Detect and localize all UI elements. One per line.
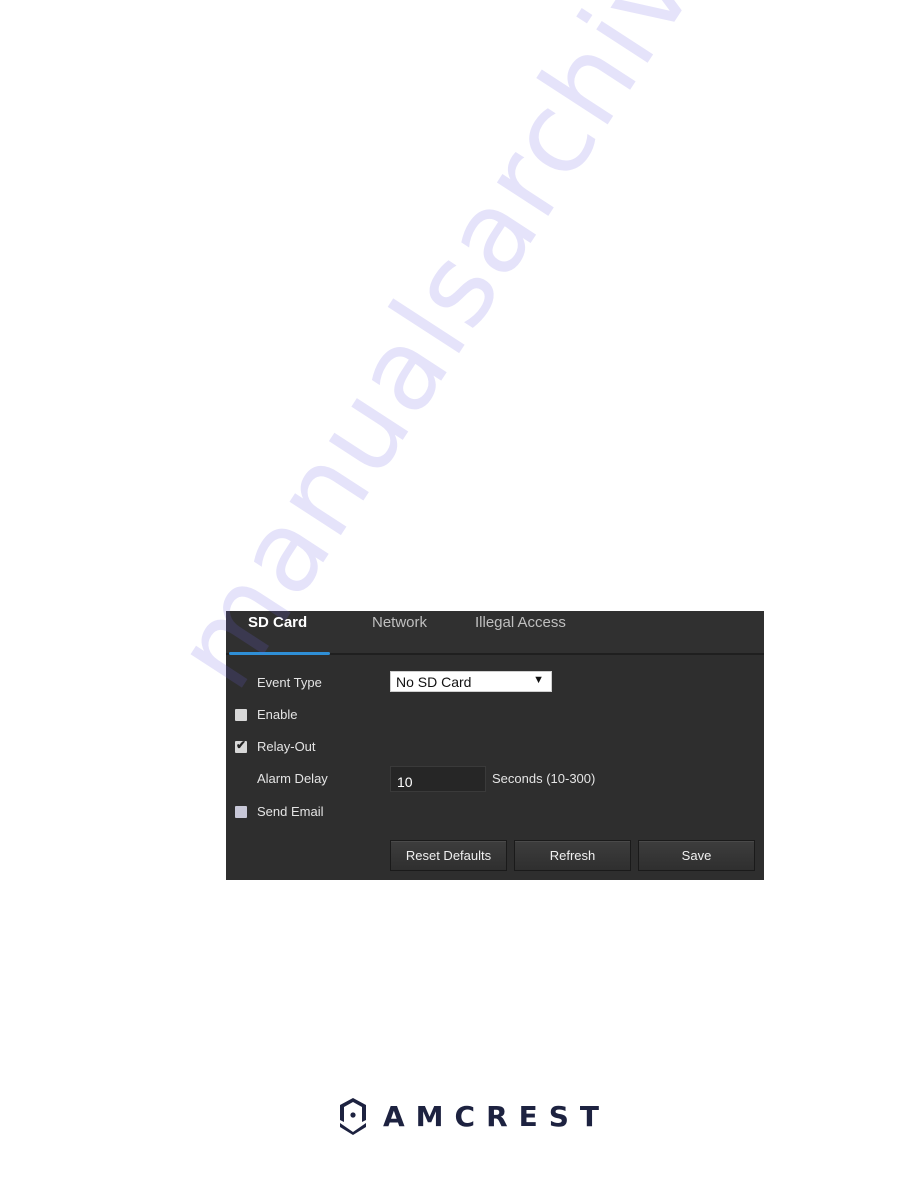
refresh-button[interactable]: Refresh [514, 840, 631, 871]
alarm-settings-panel: SD Card Network Illegal Access Event Typ… [226, 611, 764, 880]
event-type-select[interactable]: No SD Card ▼ [390, 671, 552, 692]
alarm-delay-label: Alarm Delay [257, 771, 328, 786]
active-tab-indicator [229, 652, 330, 655]
amcrest-logo-icon [340, 1098, 366, 1135]
alarm-delay-input[interactable] [390, 766, 486, 792]
send-email-checkbox[interactable] [235, 806, 247, 818]
amcrest-logo: AMCREST [337, 1096, 610, 1136]
tab-network[interactable]: Network [372, 614, 427, 631]
save-button[interactable]: Save [638, 840, 755, 871]
tab-sd-card[interactable]: SD Card [248, 614, 307, 631]
enable-checkbox[interactable] [235, 709, 247, 721]
send-email-label: Send Email [257, 804, 324, 819]
brand-name: AMCREST [383, 1099, 611, 1133]
enable-label: Enable [257, 707, 298, 722]
alarm-delay-unit: Seconds (10-300) [492, 771, 596, 786]
tab-illegal-access[interactable]: Illegal Access [475, 614, 566, 631]
reset-defaults-button[interactable]: Reset Defaults [390, 840, 507, 871]
event-type-label: Event Type [257, 675, 322, 690]
event-type-value: No SD Card [396, 674, 472, 690]
tab-bar: SD Card Network Illegal Access [226, 611, 764, 655]
watermark: manualsarchive.com [150, 0, 913, 711]
relay-out-checkbox[interactable]: ✔ [235, 738, 247, 753]
checkmark-icon: ✔ [236, 738, 247, 752]
dropdown-arrow-icon: ▼ [533, 674, 544, 686]
relay-out-label: Relay-Out [257, 739, 316, 754]
